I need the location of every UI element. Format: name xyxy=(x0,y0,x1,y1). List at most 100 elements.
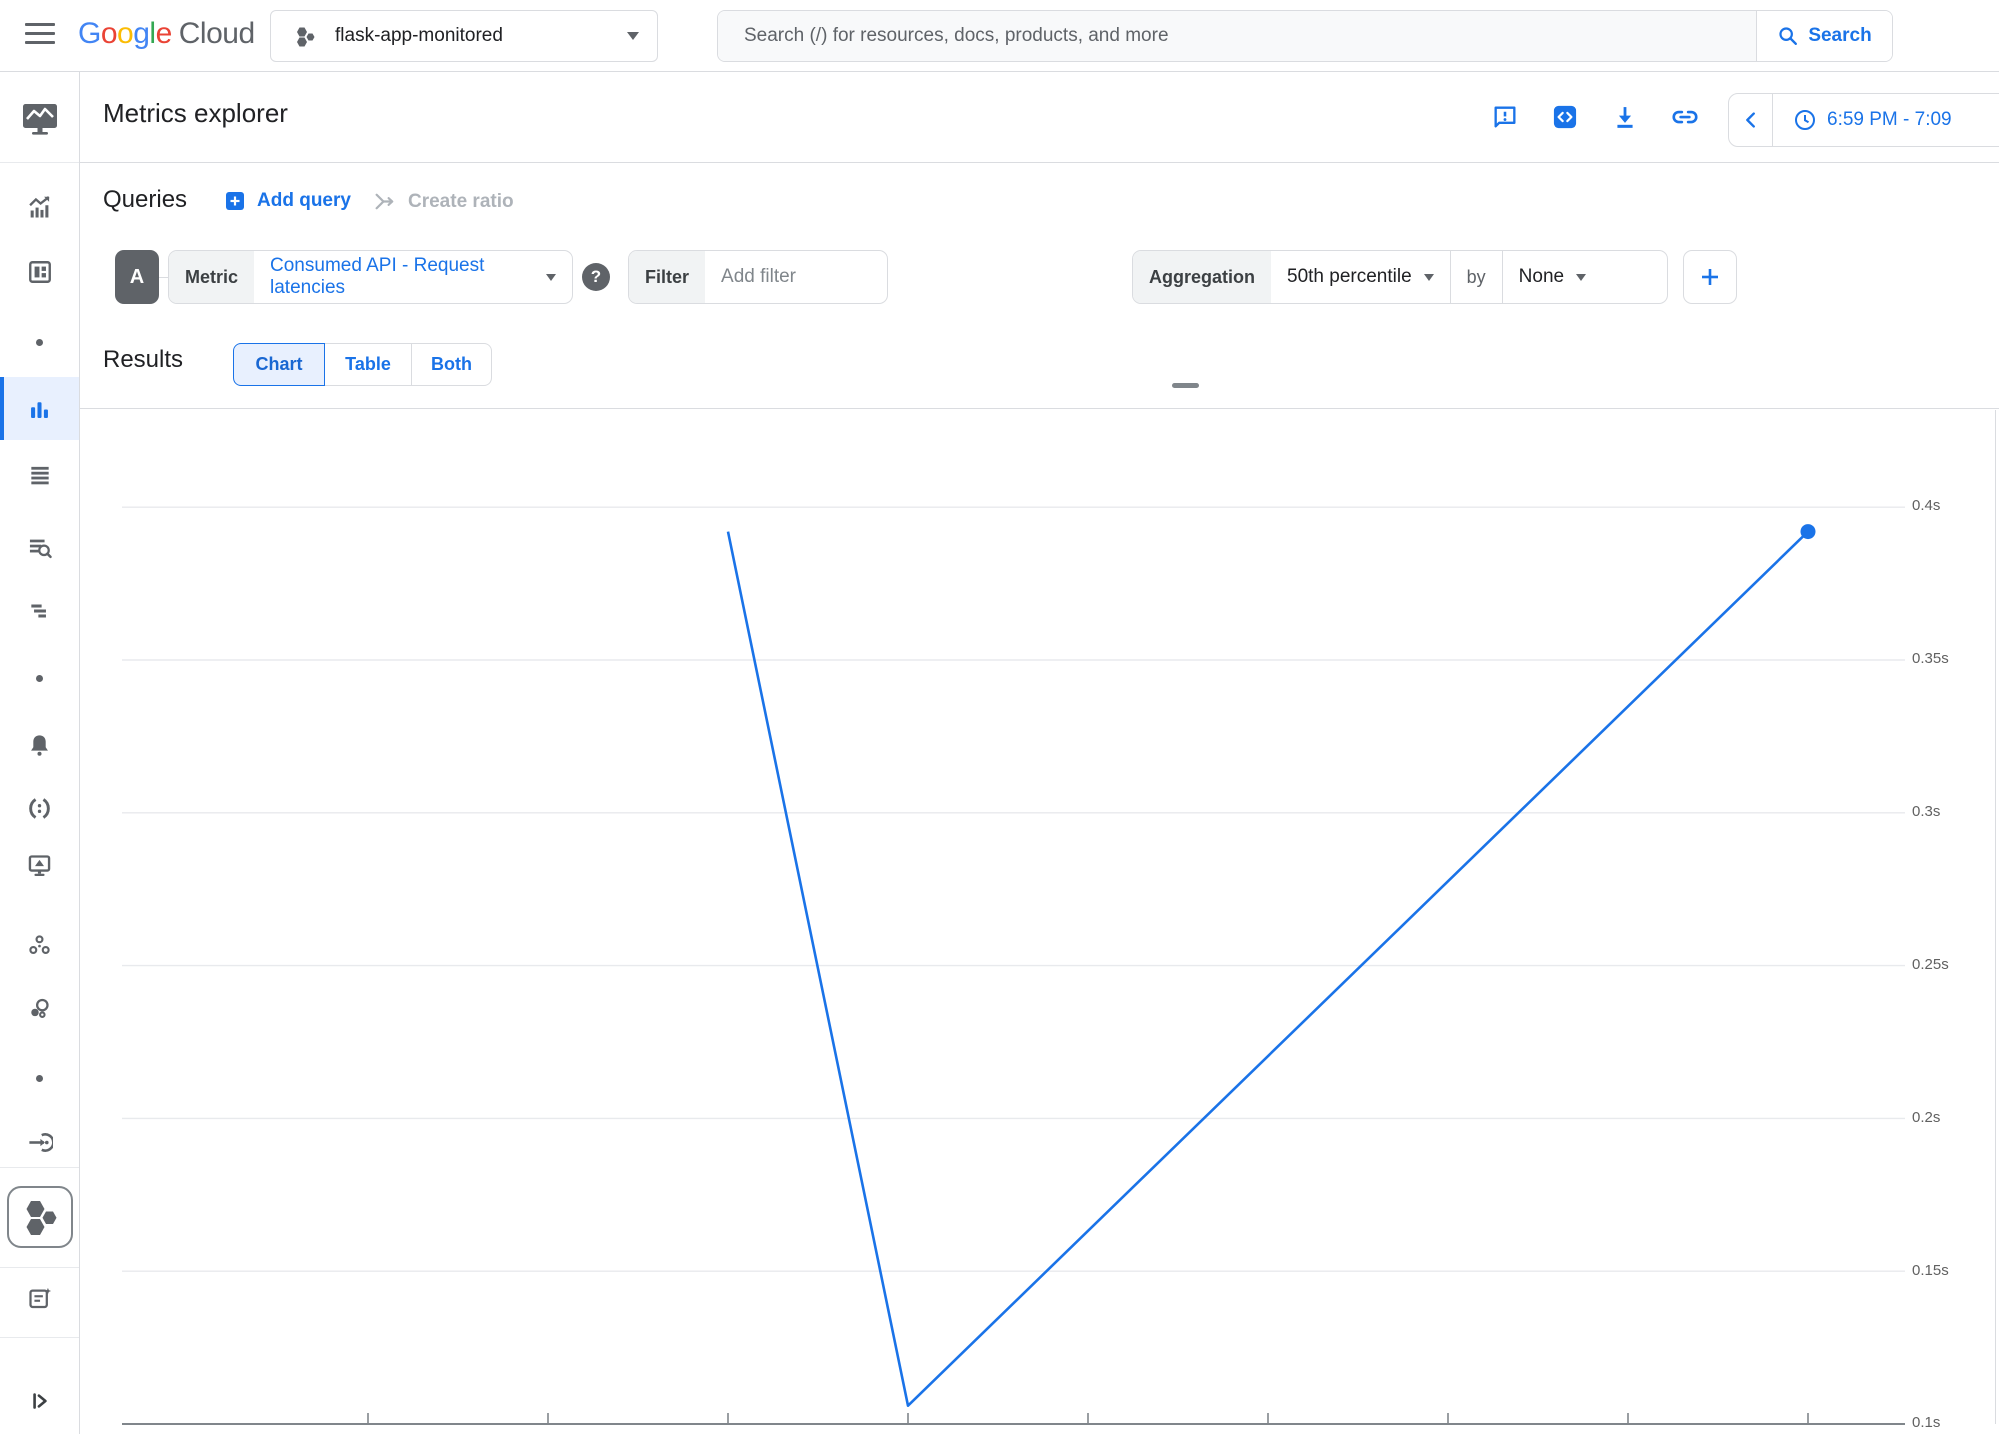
logo-letter: e xyxy=(156,17,172,50)
time-range-text: 6:59 PM - 7:09 xyxy=(1827,109,1952,131)
sidebar-item-logs-explorer[interactable] xyxy=(0,525,79,569)
filter-input[interactable]: Add filter xyxy=(705,251,812,303)
project-selector[interactable]: flask-app-monitored xyxy=(270,10,658,62)
sidebar-item-integrations[interactable] xyxy=(0,1120,79,1164)
chevron-down-icon xyxy=(627,32,639,40)
latency-chart: 0.4s 0.35s 0.3s 0.25s 0.2s 0.15s 0.1s UT… xyxy=(80,408,1999,1434)
y-axis-label: 0.25s xyxy=(1912,956,1949,973)
metric-chip: Metric Consumed API - Request latencies xyxy=(168,250,573,304)
expand-panel-icon xyxy=(27,1388,53,1414)
download-button[interactable] xyxy=(1608,100,1642,134)
add-query-button[interactable]: Add query xyxy=(223,189,351,213)
sidebar-item-trace[interactable] xyxy=(0,589,79,633)
results-view-toggle: Chart Table Both xyxy=(233,343,492,386)
sidebar-item-line-chart[interactable] xyxy=(0,185,79,229)
sidebar-item-metrics-explorer[interactable] xyxy=(0,387,79,431)
search-button-label: Search xyxy=(1808,25,1871,47)
sidebar-item-monitoring-home[interactable] xyxy=(0,97,79,141)
sidebar-item-error-reporting[interactable] xyxy=(0,786,79,830)
results-heading: Results xyxy=(103,346,183,374)
stacked-lines-icon xyxy=(27,462,53,488)
sidebar-item-release-notes[interactable] xyxy=(0,1276,79,1320)
main-content: Metrics explorer xyxy=(80,72,1999,1434)
filter-chip-label: Filter xyxy=(629,251,705,303)
sidebar-item-hexagon-app[interactable] xyxy=(7,1186,73,1248)
group-by-dropdown[interactable]: None xyxy=(1503,251,1602,303)
y-axis-label: 0.3s xyxy=(1912,803,1940,820)
logo-letter: G xyxy=(78,17,101,50)
bubbles-icon xyxy=(26,995,53,1022)
y-axis-label: 0.2s xyxy=(1912,1109,1940,1126)
logo-letter: g xyxy=(133,17,149,50)
create-ratio-button[interactable]: Create ratio xyxy=(373,189,514,214)
metric-value: Consumed API - Request latencies xyxy=(270,255,534,299)
dashboard-icon xyxy=(27,259,53,285)
download-icon xyxy=(1611,103,1639,131)
metric-help-button[interactable]: ? xyxy=(582,263,610,291)
filter-placeholder: Add filter xyxy=(721,266,796,288)
logo-cloud-word: Cloud xyxy=(179,17,255,50)
search-input[interactable]: Search (/) for resources, docs, products… xyxy=(718,11,1756,61)
monitoring-sidebar xyxy=(0,72,80,1434)
search-button[interactable]: Search xyxy=(1756,11,1892,61)
metric-chip-label: Metric xyxy=(169,251,254,303)
add-query-label: Add query xyxy=(257,190,351,212)
node-cluster-icon xyxy=(26,932,53,959)
sidebar-item-dashboards[interactable] xyxy=(0,250,79,294)
chevron-left-icon xyxy=(1740,109,1762,131)
chevron-down-icon xyxy=(546,274,556,281)
tab-chart[interactable]: Chart xyxy=(233,343,325,386)
sidebar-item-groups[interactable] xyxy=(0,923,79,967)
tab-table[interactable]: Table xyxy=(325,343,412,386)
add-box-icon xyxy=(223,189,247,213)
sidebar-item-list[interactable] xyxy=(0,453,79,497)
code-icon xyxy=(1551,103,1579,131)
y-axis-label: 0.35s xyxy=(1912,650,1949,667)
sidebar-expand-button[interactable] xyxy=(0,1379,79,1423)
share-link-button[interactable] xyxy=(1668,100,1702,134)
group-by-value: None xyxy=(1519,266,1564,288)
filter-chip: Filter Add filter xyxy=(628,250,888,304)
tab-both[interactable]: Both xyxy=(411,343,492,386)
aggregation-chip: Aggregation 50th percentile by None xyxy=(1132,250,1668,304)
aggregation-dropdown[interactable]: 50th percentile xyxy=(1271,251,1450,303)
monitor-upload-icon xyxy=(26,852,53,879)
metric-dropdown[interactable]: Consumed API - Request latencies xyxy=(254,251,572,303)
query-builder-row: A Metric Consumed API - Request latencie… xyxy=(80,240,1999,336)
feedback-icon xyxy=(1491,103,1519,131)
plus-icon xyxy=(1698,265,1722,289)
trending-chart-icon xyxy=(26,193,54,221)
bar-chart-icon xyxy=(26,396,53,423)
sidebar-divider xyxy=(0,1337,79,1338)
hexagon-cluster-icon xyxy=(19,1196,61,1238)
sidebar-section-dot xyxy=(0,656,79,700)
trace-spans-icon xyxy=(27,598,53,624)
search-placeholder: Search (/) for resources, docs, products… xyxy=(744,25,1169,47)
time-back-button[interactable] xyxy=(1729,94,1773,146)
sidebar-item-bubbles[interactable] xyxy=(0,986,79,1030)
aggregation-value: 50th percentile xyxy=(1287,266,1412,288)
chart-plot[interactable] xyxy=(80,408,1999,1434)
page-title: Metrics explorer xyxy=(103,98,288,129)
sidebar-item-alerting[interactable] xyxy=(0,723,79,767)
query-letter-badge[interactable]: A xyxy=(115,250,159,304)
sidebar-section-dot xyxy=(0,1056,79,1100)
chart-right-border xyxy=(1995,410,1996,1424)
feedback-button[interactable] xyxy=(1488,100,1522,134)
app-bar: GoogleCloud flask-app-monitored Search (… xyxy=(0,0,1999,72)
add-aggregation-button[interactable] xyxy=(1683,250,1737,304)
time-range-selector[interactable]: 6:59 PM - 7:09 xyxy=(1773,108,1952,132)
code-editor-button[interactable] xyxy=(1548,100,1582,134)
aggregation-chip-label: Aggregation xyxy=(1133,251,1271,303)
sidebar-item-uptime-checks[interactable] xyxy=(0,843,79,887)
logo-letter: o xyxy=(117,17,133,50)
logo-letter: o xyxy=(101,17,117,50)
by-label: by xyxy=(1451,251,1502,303)
main-menu-icon[interactable] xyxy=(25,23,55,49)
chevron-down-icon xyxy=(1576,274,1586,281)
sidebar-divider xyxy=(0,1167,79,1168)
link-icon xyxy=(1670,102,1700,132)
chevron-down-icon xyxy=(1424,274,1434,281)
monitoring-logo-icon xyxy=(21,102,59,136)
badge-connector xyxy=(159,277,168,278)
